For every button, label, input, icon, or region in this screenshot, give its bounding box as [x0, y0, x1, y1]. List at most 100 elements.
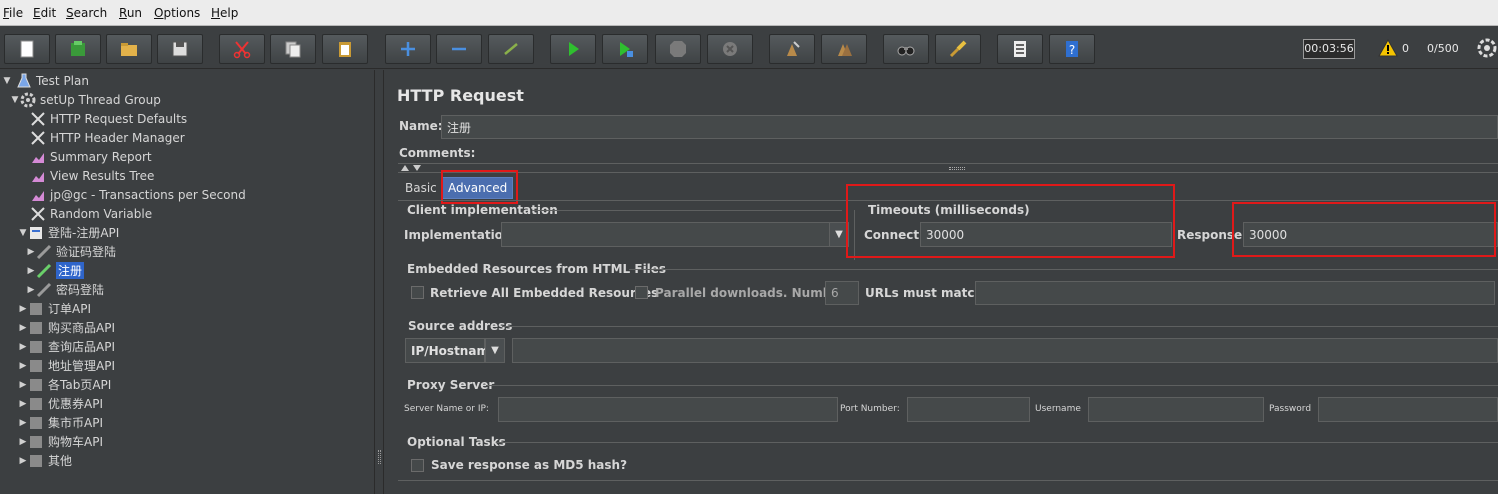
listener-icon [30, 149, 46, 165]
toggle-icon[interactable]: ▶ [18, 380, 28, 390]
toggle-icon[interactable]: ▶ [18, 304, 28, 314]
pane-splitter[interactable] [374, 70, 384, 494]
tree-item-http-request-defaults[interactable]: HTTP Request Defaults [30, 109, 187, 128]
proxy-server-field[interactable] [498, 397, 838, 422]
toolbar: ? 00:03:56 0 0/500 [0, 27, 1498, 69]
toggle-button[interactable] [488, 34, 534, 64]
source-type-dropdown-icon[interactable]: ▼ [485, 338, 505, 363]
parallel-downloads-field[interactable]: 6 [825, 281, 859, 305]
source-type-select[interactable]: IP/Hostname [405, 338, 497, 363]
proxy-password-label: Password [1269, 404, 1312, 414]
clear-button[interactable] [769, 34, 815, 64]
tree-item-random-variable[interactable]: Random Variable [30, 204, 152, 223]
shutdown-button[interactable] [707, 34, 753, 64]
tree-item-coupon-api[interactable]: ▶ 优惠券API [18, 394, 103, 413]
copy-button[interactable] [270, 34, 316, 64]
tree-item-test-plan[interactable]: ▼ Test Plan [2, 71, 89, 90]
tree-item-query-shop-api[interactable]: ▶ 查询店品API [18, 337, 115, 356]
toggle-icon[interactable]: ▶ [26, 247, 36, 257]
test-plan-tree[interactable]: ▼ Test Plan ▼ setUp Thread Group HTTP Requ… [0, 70, 374, 494]
cut-button[interactable] [219, 34, 265, 64]
tree-item-market-coin-api[interactable]: ▶ 集市币API [18, 413, 103, 432]
menu-file[interactable]: File [3, 6, 23, 20]
toggle-icon[interactable]: ▼ [18, 228, 28, 238]
new-button[interactable] [4, 34, 50, 64]
menu-search[interactable]: Search [66, 6, 107, 20]
clear-all-button[interactable] [821, 34, 867, 64]
toggle-icon[interactable]: ▶ [18, 456, 28, 466]
menu-edit[interactable]: Edit [33, 6, 56, 20]
elapsed-timer: 00:03:56 [1303, 39, 1355, 59]
gear-icon[interactable] [1476, 37, 1498, 59]
function-helper-icon [1014, 41, 1026, 57]
clear-icon [787, 41, 800, 56]
proxy-password-field[interactable] [1318, 397, 1498, 422]
stop-button[interactable] [655, 34, 701, 64]
menu-options[interactable]: Options [154, 6, 200, 20]
split-arrows-icon[interactable] [400, 164, 424, 172]
tree-item-label: 集市币API [48, 416, 103, 430]
controller-icon [28, 358, 44, 374]
highlight-box-advanced [441, 170, 518, 204]
save-md5-checkbox[interactable] [411, 459, 424, 472]
tree-item-transactions-per-second[interactable]: jp@gc - Transactions per Second [30, 185, 246, 204]
reset-search-button[interactable] [935, 34, 981, 64]
urls-must-match-field[interactable] [975, 281, 1495, 305]
toggle-icon[interactable]: ▶ [18, 342, 28, 352]
toggle-icon[interactable]: ▶ [18, 323, 28, 333]
tree-item-register[interactable]: ▶ 注册 [26, 261, 374, 280]
tree-item-summary-report[interactable]: Summary Report [30, 147, 152, 166]
implementation-select[interactable] [501, 222, 834, 247]
function-helper-button[interactable] [997, 34, 1043, 64]
tree-item-captcha-login[interactable]: ▶ 验证码登陆 [26, 242, 116, 261]
paste-button[interactable] [322, 34, 368, 64]
expand-button[interactable] [385, 34, 431, 64]
tab-basic[interactable]: Basic [400, 177, 442, 199]
save-md5-label: Save response as MD5 hash? [431, 458, 628, 472]
tree-item-login-register-api[interactable]: ▼ 登陆-注册API [18, 223, 120, 242]
toggle-icon[interactable]: ▶ [18, 437, 28, 447]
toggle-icon[interactable]: ▶ [26, 285, 36, 295]
toggle-icon[interactable]: ▶ [18, 361, 28, 371]
save-button[interactable] [157, 34, 203, 64]
search-button[interactable] [883, 34, 929, 64]
tree-item-other[interactable]: ▶ 其他 [18, 451, 72, 470]
toggle-icon[interactable]: ▼ [10, 95, 20, 105]
tree-item-label: View Results Tree [50, 168, 155, 183]
menu-run[interactable]: Run [119, 6, 142, 20]
divider-grip-icon[interactable] [949, 167, 965, 170]
tree-item-setup-thread-group[interactable]: ▼ setUp Thread Group [10, 90, 161, 109]
comments-label: Comments: [399, 146, 476, 160]
templates-button[interactable] [55, 34, 101, 64]
splitter-grip-icon[interactable] [378, 450, 381, 464]
open-button[interactable] [106, 34, 152, 64]
toggle-icon[interactable]: ▶ [18, 399, 28, 409]
tree-item-http-header-manager[interactable]: HTTP Header Manager [30, 128, 185, 147]
help-button[interactable]: ? [1049, 34, 1095, 64]
name-field[interactable]: 注册 [441, 115, 1498, 139]
start-no-pauses-button[interactable] [602, 34, 648, 64]
retrieve-embedded-checkbox[interactable] [411, 286, 424, 299]
tree-item-address-api[interactable]: ▶ 地址管理API [18, 356, 115, 375]
source-address-field[interactable] [512, 338, 1498, 363]
start-button[interactable] [550, 34, 596, 64]
tree-item-buy-product-api[interactable]: ▶ 购买商品API [18, 318, 115, 337]
toggle-icon[interactable]: ▼ [2, 76, 12, 86]
tree-item-order-api[interactable]: ▶ 订单API [18, 299, 91, 318]
tree-item-cart-api[interactable]: ▶ 购物车API [18, 432, 103, 451]
tree-item-password-login[interactable]: ▶ 密码登陆 [26, 280, 104, 299]
proxy-username-field[interactable] [1088, 397, 1264, 422]
menu-help[interactable]: Help [211, 6, 238, 20]
parallel-downloads-checkbox[interactable] [635, 286, 648, 299]
toggle-icon[interactable]: ▶ [26, 266, 36, 276]
tree-item-view-results-tree[interactable]: View Results Tree [30, 166, 154, 185]
proxy-port-field[interactable] [907, 397, 1030, 422]
toggle-icon[interactable]: ▶ [18, 418, 28, 428]
tree-item-tab-page-api[interactable]: ▶ 各Tab页API [18, 375, 112, 394]
retrieve-embedded-label: Retrieve All Embedded Resources [430, 286, 659, 300]
optional-tasks-title: Optional Tasks [407, 435, 506, 449]
start-icon [569, 42, 579, 56]
comments-divider [398, 163, 1498, 164]
active-thread-count: 0/500 [1427, 42, 1459, 55]
collapse-button[interactable] [436, 34, 482, 64]
